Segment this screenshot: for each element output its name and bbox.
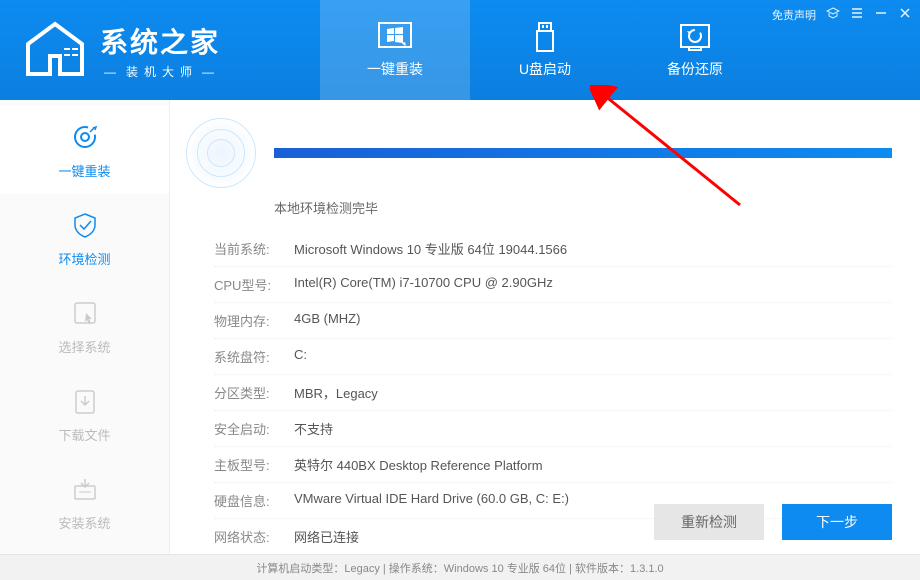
install-icon [69, 473, 101, 505]
nav-label: 备份还原 [667, 59, 723, 79]
window-controls: 免责声明 [772, 6, 912, 23]
info-row-os: 当前系统:Microsoft Windows 10 专业版 64位 19044.… [214, 231, 892, 267]
info-label: 网络状态: [214, 527, 294, 546]
nav-reinstall[interactable]: 一键重装 [320, 0, 470, 100]
main-panel: 本地环境检测完毕 当前系统:Microsoft Windows 10 专业版 6… [170, 100, 920, 554]
info-label: CPU型号: [214, 275, 294, 294]
top-nav: 一键重装 U盘启动 备份还原 [320, 0, 770, 100]
info-value: Intel(R) Core(TM) i7-10700 CPU @ 2.90GHz [294, 275, 892, 294]
info-row-drive: 系统盘符:C: [214, 339, 892, 375]
sidebar-label: 下载文件 [58, 425, 110, 444]
info-label: 物理内存: [214, 311, 294, 330]
scan-status: 本地环境检测完毕 [274, 198, 892, 217]
nav-usb-boot[interactable]: U盘启动 [470, 0, 620, 100]
next-button[interactable]: 下一步 [782, 504, 892, 540]
info-label: 硬盘信息: [214, 491, 294, 510]
sidebar-item-select-os[interactable]: 选择系统 [0, 282, 169, 370]
logo-title: 系统之家 [100, 21, 224, 61]
info-row-secureboot: 安全启动:不支持 [214, 411, 892, 447]
radar-icon [186, 118, 256, 188]
close-button[interactable] [898, 6, 912, 23]
logo-icon [20, 20, 90, 80]
info-label: 主板型号: [214, 455, 294, 474]
shield-icon [69, 209, 101, 241]
action-buttons: 重新检测 下一步 [654, 504, 892, 540]
restore-icon [675, 21, 715, 53]
sidebar-item-install[interactable]: 安装系统 [0, 458, 169, 546]
logo-text: 系统之家 装机大师 [100, 21, 224, 80]
info-label: 分区类型: [214, 383, 294, 402]
progress-bar [274, 148, 892, 158]
info-value: MBR，Legacy [294, 383, 892, 402]
minimize-button[interactable] [874, 6, 888, 23]
sidebar-item-download[interactable]: 下载文件 [0, 370, 169, 458]
disclaimer-link[interactable]: 免责声明 [772, 7, 816, 23]
info-value: 不支持 [294, 419, 892, 438]
info-row-partition: 分区类型:MBR，Legacy [214, 375, 892, 411]
info-value: 4GB (MHZ) [294, 311, 892, 330]
select-icon [69, 297, 101, 329]
sidebar-label: 一键重装 [58, 161, 110, 180]
info-value: Microsoft Windows 10 专业版 64位 19044.1566 [294, 239, 892, 258]
body: 一键重装 环境检测 选择系统 下载文件 安装系统 [0, 100, 920, 554]
recheck-button[interactable]: 重新检测 [654, 504, 764, 540]
usb-icon [525, 21, 565, 53]
target-icon [69, 121, 101, 153]
app-window: 系统之家 装机大师 一键重装 U盘启动 备份还原 [0, 0, 920, 580]
sidebar-label: 安装系统 [58, 513, 110, 532]
info-row-motherboard: 主板型号:英特尔 440BX Desktop Reference Platfor… [214, 447, 892, 483]
info-value: 英特尔 440BX Desktop Reference Platform [294, 455, 892, 474]
info-row-ram: 物理内存:4GB (MHZ) [214, 303, 892, 339]
logo-subtitle: 装机大师 [100, 63, 224, 80]
graduate-icon[interactable] [826, 6, 840, 23]
download-icon [69, 385, 101, 417]
nav-label: 一键重装 [367, 59, 423, 79]
info-value: C: [294, 347, 892, 366]
footer-status: 计算机启动类型：Legacy | 操作系统：Windows 10 专业版 64位… [0, 554, 920, 580]
logo-area: 系统之家 装机大师 [0, 0, 320, 100]
sidebar-item-reinstall[interactable]: 一键重装 [0, 106, 169, 194]
menu-icon[interactable] [850, 6, 864, 23]
sidebar: 一键重装 环境检测 选择系统 下载文件 安装系统 [0, 100, 170, 554]
nav-label: U盘启动 [519, 59, 571, 79]
sidebar-item-env-check[interactable]: 环境检测 [0, 194, 169, 282]
info-label: 安全启动: [214, 419, 294, 438]
header: 系统之家 装机大师 一键重装 U盘启动 备份还原 [0, 0, 920, 100]
info-label: 当前系统: [214, 239, 294, 258]
info-label: 系统盘符: [214, 347, 294, 366]
info-row-cpu: CPU型号:Intel(R) Core(TM) i7-10700 CPU @ 2… [214, 267, 892, 303]
sidebar-label: 选择系统 [58, 337, 110, 356]
sidebar-label: 环境检测 [58, 249, 110, 268]
windows-icon [375, 21, 415, 53]
scan-row [186, 118, 892, 188]
nav-backup-restore[interactable]: 备份还原 [620, 0, 770, 100]
